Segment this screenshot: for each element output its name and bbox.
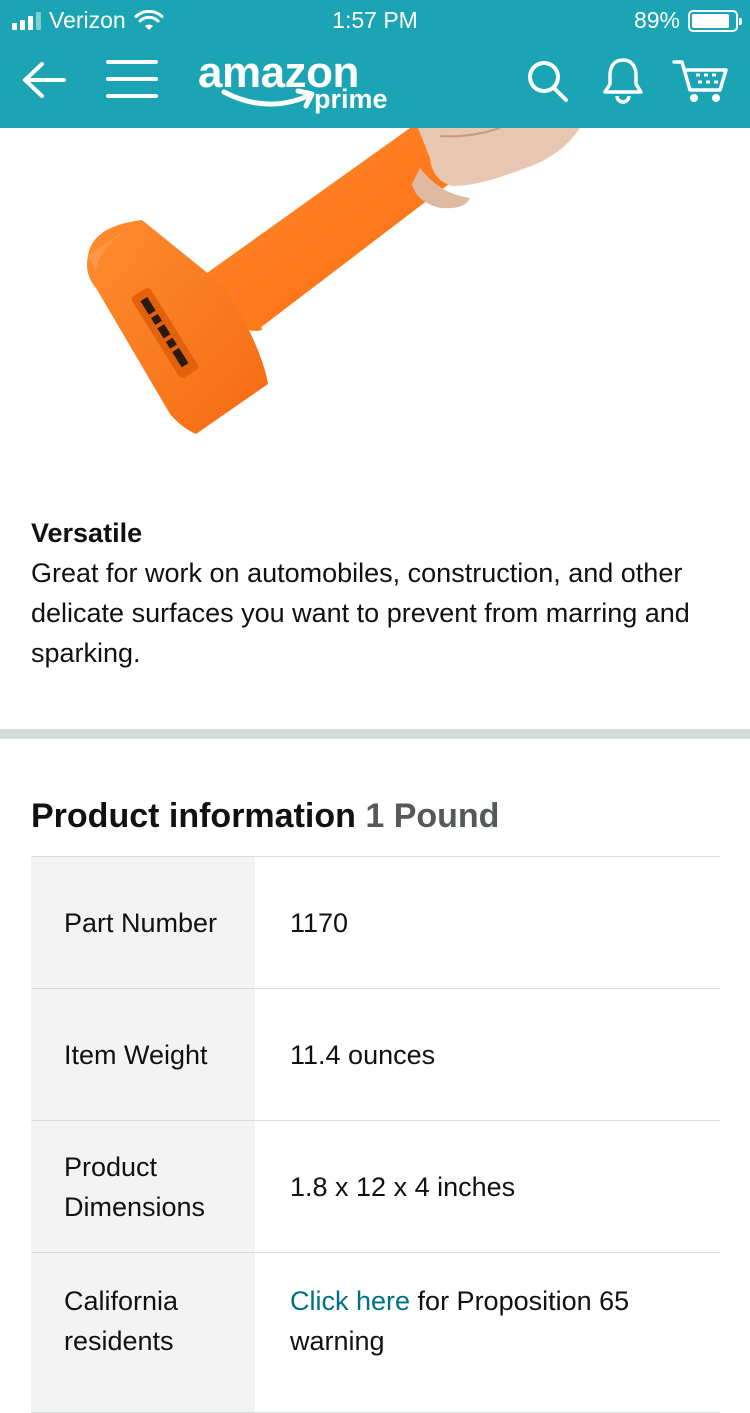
spec-label: Item Weight [31,989,255,1120]
back-arrow-icon[interactable] [20,58,68,102]
product-info-table: Part Number 1170 Item Weight 11.4 ounces… [31,856,720,1413]
spec-value: 11.4 ounces [290,1039,436,1070]
spec-label: Product Dimensions [31,1121,255,1252]
feature-title: Versatile [31,518,143,548]
battery-percentage: 89% [633,7,680,33]
product-info-title: Product information [31,797,356,835]
logo-smile-icon [221,88,315,109]
spec-value: 1.8 x 12 x 4 inches [290,1171,516,1202]
feature-bullet: Versatile Great for work on automobiles,… [31,513,721,673]
table-row: Part Number 1170 [31,857,720,989]
app-header: amazon prime [0,40,750,128]
bell-icon[interactable] [600,54,646,104]
menu-icon[interactable] [106,58,158,102]
amazon-prime-logo[interactable]: amazon prime [198,48,398,118]
spec-value: 1170 [290,907,349,938]
table-row: Item Weight 11.4 ounces [31,989,720,1121]
logo-prime: prime [314,84,388,114]
section-divider [0,729,750,739]
search-icon[interactable] [526,58,570,104]
cart-icon[interactable] [672,56,732,106]
product-info-heading: Product information 1 Pound [31,793,499,839]
product-info-variant: 1 Pound [365,797,500,835]
table-row: Product Dimensions 1.8 x 12 x 4 inches [31,1121,720,1253]
spec-label: California residents [31,1253,255,1412]
product-image[interactable] [0,128,750,498]
spec-value: Click here for Proposition 65 warning [255,1253,720,1412]
status-bar: Verizon 1:57 PM 89% [0,0,750,40]
feature-description: Great for work on automobiles, construct… [31,558,690,668]
prop65-link[interactable]: Click here [290,1286,410,1316]
rubber-mallet-illustration [87,128,580,434]
status-right: 89% [633,7,742,34]
spec-label: Part Number [31,857,255,988]
table-row: California residents Click here for Prop… [31,1253,720,1413]
battery-icon [688,9,742,32]
